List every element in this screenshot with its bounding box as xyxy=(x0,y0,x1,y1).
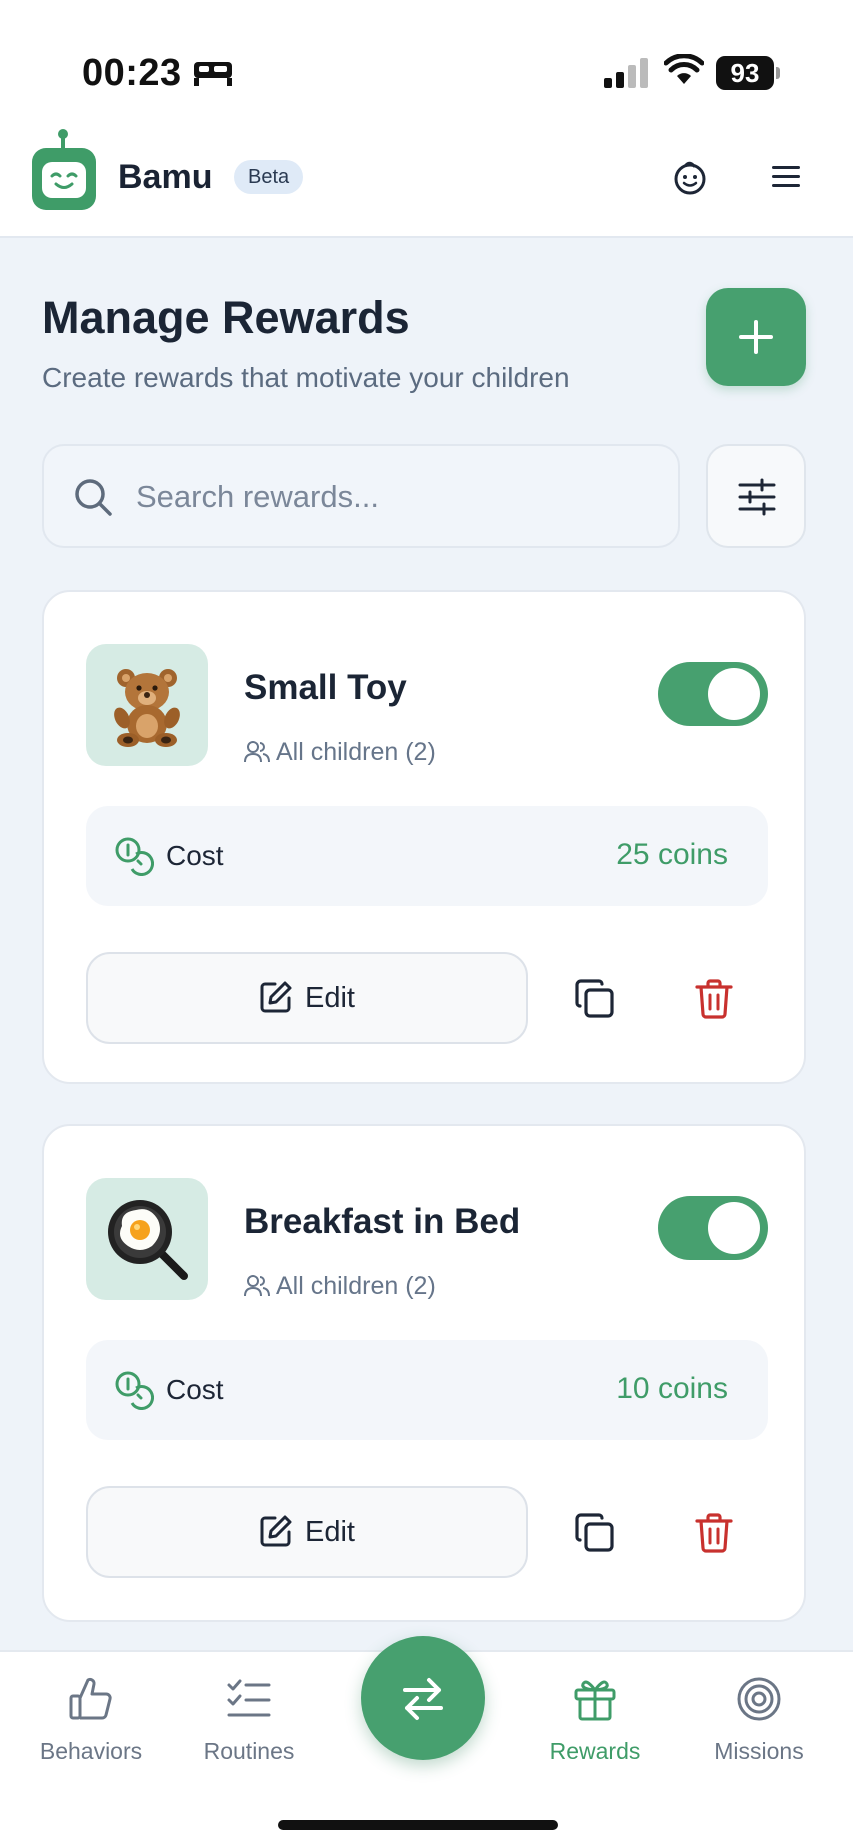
edit-button-label: Edit xyxy=(305,982,355,1014)
reward-enabled-toggle[interactable] xyxy=(658,1196,768,1260)
checklist-icon xyxy=(227,1679,271,1717)
bed-icon xyxy=(194,62,232,86)
cost-row: Cost 10 coins xyxy=(86,1340,768,1440)
reward-title: Small Toy xyxy=(244,668,407,707)
nav-label-routines: Routines xyxy=(203,1738,295,1764)
users-icon xyxy=(244,1275,270,1297)
brand-name: Bamu xyxy=(118,158,213,196)
reward-title: Breakfast in Bed xyxy=(244,1202,521,1241)
reward-audience: All children (2) xyxy=(244,738,436,767)
search-bar xyxy=(42,444,680,548)
reward-card: Breakfast in Bed All children (2) Cost 1… xyxy=(42,1124,806,1622)
reward-audience: All children (2) xyxy=(244,1272,436,1301)
beta-badge: Beta xyxy=(234,160,304,194)
hamburger-menu-icon[interactable] xyxy=(770,162,802,192)
status-bar: 00:23 93 xyxy=(0,0,853,130)
center-action-button[interactable] xyxy=(361,1636,485,1760)
trash-icon[interactable] xyxy=(694,978,734,1020)
app-logo[interactable] xyxy=(32,129,96,210)
edit-button-content: Edit xyxy=(88,980,526,1015)
sliders-icon xyxy=(738,478,776,516)
toggle-knob xyxy=(708,1202,760,1254)
nav-label-missions: Missions xyxy=(714,1738,804,1764)
cost-label: Cost xyxy=(166,1374,224,1405)
toggle-knob xyxy=(708,668,760,720)
reward-image xyxy=(86,644,208,766)
cost-label: Cost xyxy=(166,840,224,871)
trash-icon[interactable] xyxy=(694,1512,734,1554)
cellular-signal-icon xyxy=(604,58,648,88)
reward-enabled-toggle[interactable] xyxy=(658,662,768,726)
home-indicator xyxy=(278,1820,558,1830)
duplicate-icon[interactable] xyxy=(574,978,616,1020)
page-subtitle: Create rewards that motivate your childr… xyxy=(42,362,570,393)
filter-button[interactable] xyxy=(706,444,806,548)
nav-item-missions[interactable]: Missions xyxy=(684,1676,834,1765)
battery-cap xyxy=(776,67,780,79)
edit-button-content: Edit xyxy=(88,1514,526,1549)
coins-icon xyxy=(115,837,154,876)
search-icon xyxy=(75,479,112,516)
edit-reward-button[interactable]: Edit xyxy=(86,1486,528,1578)
app-header: Bamu Beta xyxy=(0,129,853,238)
nav-label-rewards: Rewards xyxy=(549,1738,641,1764)
target-icon xyxy=(737,1677,781,1721)
fried-egg-pan-icon xyxy=(108,1200,188,1280)
page-title: Manage Rewards xyxy=(42,292,410,343)
teddy-bear-icon xyxy=(114,669,180,747)
edit-pencil-icon xyxy=(260,1515,292,1547)
robot-face-icon xyxy=(42,162,86,198)
coins-icon xyxy=(115,1371,154,1410)
cost-value: 25 coins xyxy=(616,838,728,871)
reward-audience-text: All children (2) xyxy=(276,1272,436,1300)
battery-level: 93 xyxy=(716,56,774,90)
edit-reward-button[interactable]: Edit xyxy=(86,952,528,1044)
nav-item-rewards[interactable]: Rewards xyxy=(520,1676,670,1765)
child-face-icon[interactable] xyxy=(672,160,708,196)
duplicate-icon[interactable] xyxy=(574,1512,616,1554)
cost-row: Cost 25 coins xyxy=(86,806,768,906)
nav-label-behaviors: Behaviors xyxy=(39,1738,143,1764)
reward-card: Small Toy All children (2) Cost 25 coins… xyxy=(42,590,806,1084)
thumbs-up-icon xyxy=(69,1677,112,1720)
reward-image xyxy=(86,1178,208,1300)
search-input[interactable] xyxy=(136,474,656,520)
gift-icon xyxy=(574,1680,616,1721)
logo-antenna xyxy=(58,129,68,148)
nav-item-routines[interactable]: Routines xyxy=(174,1676,324,1765)
nav-item-behaviors[interactable]: Behaviors xyxy=(16,1676,166,1765)
battery-indicator: 93 xyxy=(716,56,780,90)
cost-value: 10 coins xyxy=(616,1372,728,1405)
swap-arrows-icon xyxy=(403,1678,443,1720)
plus-icon xyxy=(739,320,773,354)
edit-pencil-icon xyxy=(260,981,292,1013)
add-reward-button[interactable] xyxy=(706,288,806,386)
status-time: 00:23 xyxy=(82,52,182,94)
edit-button-label: Edit xyxy=(305,1516,355,1548)
wifi-icon xyxy=(664,54,704,84)
reward-audience-text: All children (2) xyxy=(276,738,436,766)
users-icon xyxy=(244,741,270,763)
